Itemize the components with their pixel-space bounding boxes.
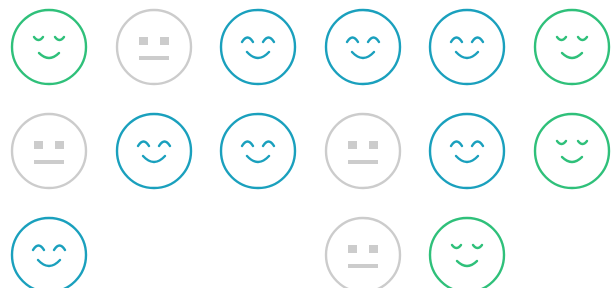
happy-face-icon	[219, 8, 297, 86]
neutral-face-icon	[10, 112, 88, 190]
content-face-icon	[533, 112, 611, 190]
content-face-icon	[533, 8, 611, 86]
happy-face-icon	[219, 112, 297, 190]
happy-face-icon	[428, 112, 506, 190]
happy-face-icon	[428, 8, 506, 86]
happy-face-icon	[115, 112, 193, 190]
neutral-face-icon	[115, 8, 193, 86]
face-grid	[0, 0, 614, 288]
neutral-face-icon	[324, 112, 402, 190]
neutral-face-icon	[324, 216, 402, 288]
content-face-icon	[428, 216, 506, 288]
happy-face-icon	[324, 8, 402, 86]
happy-face-icon	[10, 216, 88, 288]
content-face-icon	[10, 8, 88, 86]
